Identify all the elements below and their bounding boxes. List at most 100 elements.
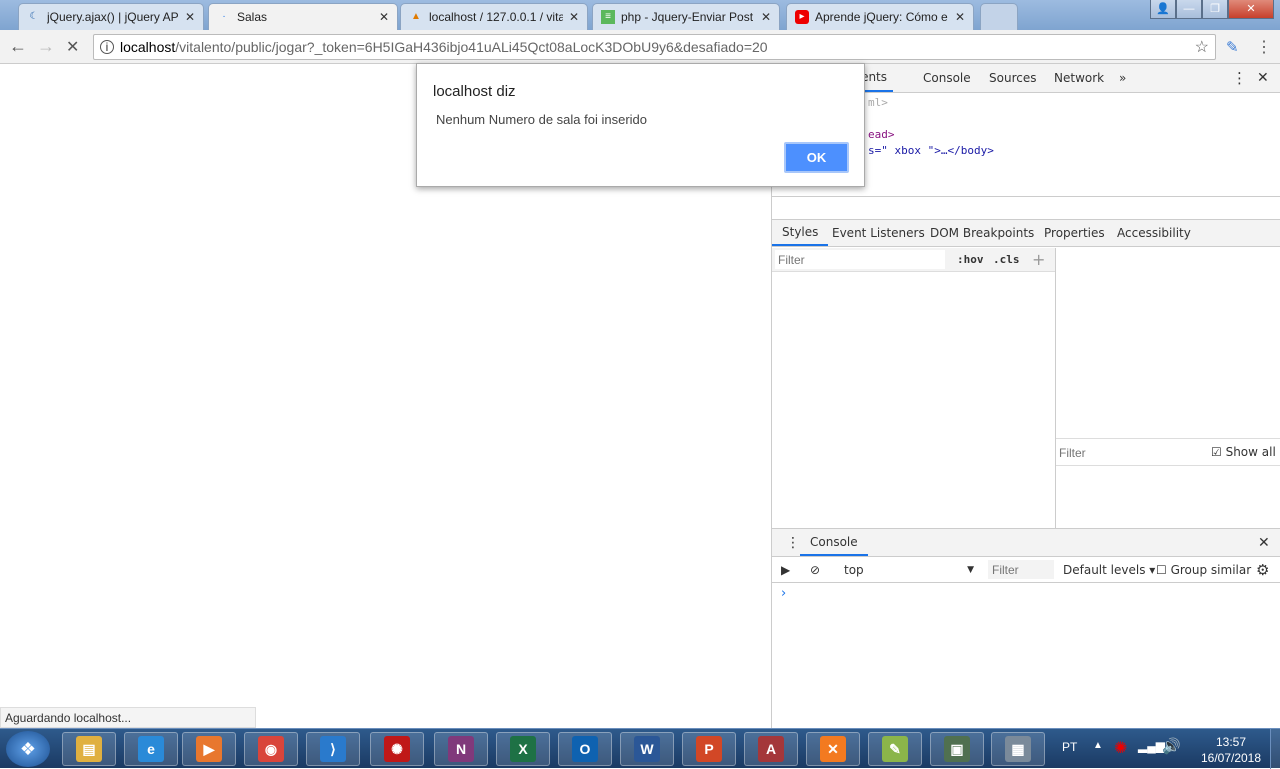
chrome-icon: ◉ <box>258 736 284 762</box>
show-all-label: Show all <box>1225 445 1276 459</box>
add-rule-icon[interactable]: + <box>1032 250 1045 269</box>
tab-accessibility[interactable]: Accessibility <box>1117 220 1191 246</box>
status-bubble: Aguardando localhost... <box>0 707 256 728</box>
back-button[interactable]: ← <box>9 36 27 57</box>
tab-console[interactable]: Console <box>923 64 971 92</box>
sidebar-toggle-icon[interactable]: ▶ <box>781 557 790 582</box>
clear-console-icon[interactable]: ⊘ <box>810 557 820 582</box>
show-all-checkbox[interactable]: ☑ Show all <box>1211 445 1276 459</box>
taskbar-excel[interactable]: X <box>496 732 550 766</box>
devtools-menu-icon[interactable]: ⋮ <box>1232 64 1247 92</box>
app-red-icon: ✺ <box>384 736 410 762</box>
tab-jquery-ajax[interactable]: ☾ jQuery.ajax() | jQuery API ✕ <box>18 3 204 30</box>
tab-event-listeners[interactable]: Event Listeners <box>832 220 925 246</box>
powerpoint-icon: P <box>696 736 722 762</box>
clock-date: 16/07/2018 <box>1200 751 1262 765</box>
tree-line[interactable]: s=" xbox ">…</body> <box>868 144 994 157</box>
minimize-button[interactable]: — <box>1176 0 1202 19</box>
bookmark-star-icon[interactable]: ☆ <box>1195 37 1209 57</box>
close-tab-icon[interactable]: ✕ <box>379 10 389 24</box>
taskbar-media-player[interactable]: ▶ <box>182 732 236 766</box>
network-icon[interactable]: ▂▄▆ <box>1138 739 1165 753</box>
tray-app-icon[interactable]: ✺ <box>1114 738 1127 758</box>
console-settings-icon[interactable]: ⚙ <box>1256 557 1269 582</box>
hov-toggle[interactable]: :hov <box>957 253 984 266</box>
taskbar-xampp[interactable]: ✕ <box>806 732 860 766</box>
outlook-icon: O <box>572 736 598 762</box>
new-tab-button[interactable] <box>980 3 1018 30</box>
calculator-icon: ▦ <box>1005 736 1031 762</box>
taskbar-powerpoint[interactable]: P <box>682 732 736 766</box>
forward-button[interactable]: → <box>37 36 55 57</box>
extension-icon[interactable]: ✎ <box>1226 38 1239 56</box>
drawer-menu-icon[interactable]: ⋮ <box>786 529 800 556</box>
divider <box>1055 248 1056 528</box>
taskbar-internet-explorer[interactable]: e <box>124 732 178 766</box>
tree-line[interactable]: ml> <box>868 96 888 109</box>
console-filter-input[interactable] <box>988 560 1054 579</box>
language-indicator[interactable]: PT <box>1062 740 1077 754</box>
taskbar-chrome[interactable]: ◉ <box>244 732 298 766</box>
vscode-icon: ⟩ <box>320 736 346 762</box>
group-similar-checkbox[interactable]: ☐ Group similar <box>1156 557 1251 582</box>
stop-button[interactable]: ✕ <box>66 37 79 57</box>
show-hidden-icons[interactable]: ▲ <box>1093 740 1103 751</box>
youtube-icon: ▸ <box>795 10 809 24</box>
tab-stackoverflow[interactable]: ≡ php - Jquery-Enviar Post ✕ <box>592 3 780 30</box>
tab-styles[interactable]: Styles <box>772 220 829 246</box>
tab-phpmyadmin[interactable]: ▲ localhost / 127.0.0.1 / vita ✕ <box>400 3 588 30</box>
clock-time: 13:57 <box>1215 735 1247 749</box>
taskbar-explorer[interactable]: ▤ <box>62 732 116 766</box>
tab-youtube[interactable]: ▸ Aprende jQuery: Cómo e ✕ <box>786 3 974 30</box>
close-tab-icon[interactable]: ✕ <box>569 10 579 24</box>
access-icon: A <box>758 736 784 762</box>
xampp-icon: ✕ <box>820 736 846 762</box>
media-player-icon: ▶ <box>196 736 222 762</box>
phpmyadmin-icon: ▲ <box>411 11 421 22</box>
tab-properties[interactable]: Properties <box>1044 220 1105 246</box>
cls-toggle[interactable]: .cls <box>993 253 1020 266</box>
restore-button[interactable]: ❐ <box>1202 0 1228 19</box>
info-icon[interactable]: i <box>100 40 114 54</box>
close-tab-icon[interactable]: ✕ <box>761 10 771 24</box>
taskbar-onenote[interactable]: N <box>434 732 488 766</box>
taskbar-terminal[interactable]: ▣ <box>930 732 984 766</box>
onenote-icon: N <box>448 736 474 762</box>
taskbar-app-red[interactable]: ✺ <box>370 732 424 766</box>
start-button[interactable]: ❖ <box>6 731 50 767</box>
close-window-button[interactable]: ✕ <box>1228 0 1274 19</box>
tab-sources[interactable]: Sources <box>989 64 1036 92</box>
console-prompt[interactable]: › <box>781 586 786 601</box>
taskbar: ❖ ▤ e ▶ ◉ ⟩ ✺ N X O W P A ✕ ✎ ▣ ▦ PT ▲ ✺ ▂▄▆ 🔊 13:57 16/… <box>0 728 1280 769</box>
dialog-title: localhost diz <box>433 83 516 100</box>
stackoverflow-icon: ≡ <box>601 10 615 24</box>
taskbar-word[interactable]: W <box>620 732 674 766</box>
devtools-close-icon[interactable]: ✕ <box>1257 64 1269 92</box>
computed-filter-input[interactable] <box>1059 443 1179 462</box>
show-desktop-button[interactable] <box>1270 729 1280 769</box>
tab-salas[interactable]: · Salas ✕ <box>208 3 398 30</box>
tree-line[interactable]: ead> <box>868 128 895 141</box>
user-button[interactable]: 👤 <box>1150 0 1176 19</box>
tab-network[interactable]: Network <box>1054 64 1104 92</box>
ok-button[interactable]: OK <box>784 142 849 173</box>
volume-icon[interactable]: 🔊 <box>1162 737 1181 755</box>
clock[interactable]: 13:57 16/07/2018 <box>1196 734 1266 766</box>
excel-icon: X <box>510 736 536 762</box>
address-bar[interactable]: i localhost/vitalento/public/jogar?_toke… <box>93 34 1216 60</box>
log-levels-select[interactable]: Default levels ▾ <box>1063 557 1155 582</box>
close-tab-icon[interactable]: ✕ <box>955 10 965 24</box>
taskbar-calculator[interactable]: ▦ <box>991 732 1045 766</box>
styles-filter-input[interactable] <box>775 250 945 269</box>
drawer-tab-console[interactable]: Console <box>800 529 868 556</box>
taskbar-notepad-plus[interactable]: ✎ <box>868 732 922 766</box>
context-select[interactable]: top ▼ <box>844 557 974 582</box>
close-tab-icon[interactable]: ✕ <box>185 10 195 24</box>
menu-icon[interactable]: ⋮ <box>1256 37 1272 57</box>
tab-dom-breakpoints[interactable]: DOM Breakpoints <box>930 220 1034 246</box>
taskbar-vscode[interactable]: ⟩ <box>306 732 360 766</box>
more-tabs-icon[interactable]: » <box>1119 64 1126 92</box>
drawer-close-icon[interactable]: ✕ <box>1258 529 1270 556</box>
taskbar-outlook[interactable]: O <box>558 732 612 766</box>
taskbar-access[interactable]: A <box>744 732 798 766</box>
